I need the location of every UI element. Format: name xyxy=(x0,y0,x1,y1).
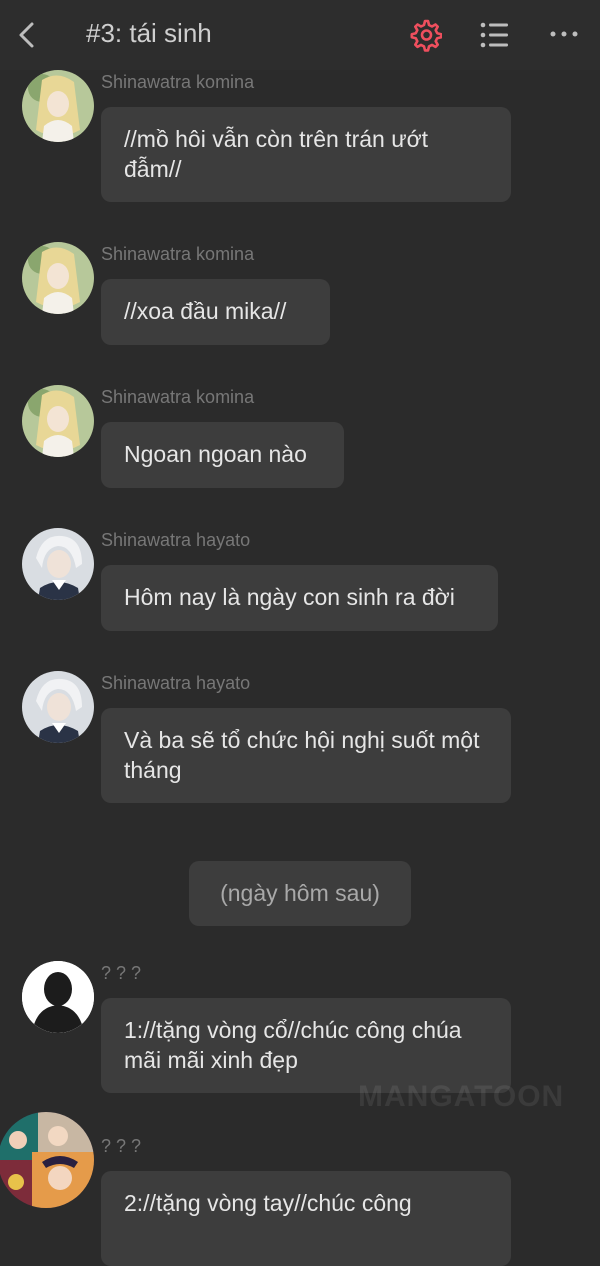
silhouette-avatar-icon xyxy=(22,961,94,1033)
message-bubble[interactable]: 1://tặng vòng cổ//chúc công chúa mãi mãi… xyxy=(101,998,511,1093)
sender-name: ? ? ? xyxy=(101,963,142,983)
page-title: #3: tái sinh xyxy=(86,18,212,48)
sender-name: Shinawatra hayato xyxy=(101,673,251,693)
colorful-collage-avatar-icon xyxy=(0,1112,94,1208)
avatar[interactable] xyxy=(22,242,94,314)
message-bubble[interactable]: //xoa đầu mika// xyxy=(101,279,330,345)
avatar[interactable] xyxy=(22,385,94,457)
sender-name: Shinawatra komina xyxy=(101,244,255,264)
message-bubble[interactable]: Và ba sẽ tổ chức hội nghị suốt một tháng xyxy=(101,708,511,803)
avatar[interactable] xyxy=(0,1112,94,1208)
message-bubble[interactable]: 2://tặng vòng tay//chúc công xyxy=(101,1171,511,1266)
avatar[interactable] xyxy=(22,671,94,743)
white-hair-man-avatar-icon xyxy=(22,528,94,600)
sender-name: Shinawatra komina xyxy=(101,72,255,92)
watermark-logo: MANGATOON xyxy=(358,1080,565,1113)
message-bubble[interactable]: Hôm nay là ngày con sinh ra đời xyxy=(101,565,498,631)
list-icon[interactable] xyxy=(478,20,510,50)
message-bubble[interactable]: //mồ hôi vẫn còn trên trán ướt đẫm// xyxy=(101,107,511,202)
avatar[interactable] xyxy=(22,528,94,600)
blonde-girl-avatar-icon xyxy=(22,70,94,142)
avatar[interactable] xyxy=(22,70,94,142)
sender-name: Shinawatra komina xyxy=(101,387,255,407)
blonde-girl-avatar-icon xyxy=(22,242,94,314)
white-hair-man-avatar-icon xyxy=(22,671,94,743)
blonde-girl-avatar-icon xyxy=(22,385,94,457)
avatar[interactable] xyxy=(22,961,94,1033)
top-bar: #3: tái sinh xyxy=(0,0,600,70)
back-arrow-icon[interactable] xyxy=(12,18,42,52)
message-bubble[interactable]: Ngoan ngoan nào xyxy=(101,422,344,488)
more-dots-icon[interactable] xyxy=(548,26,580,42)
sender-name: Shinawatra hayato xyxy=(101,530,251,550)
gear-icon[interactable] xyxy=(408,18,442,52)
sender-name: ? ? ? xyxy=(101,1136,142,1156)
narration-bubble: (ngày hôm sau) xyxy=(189,861,411,926)
